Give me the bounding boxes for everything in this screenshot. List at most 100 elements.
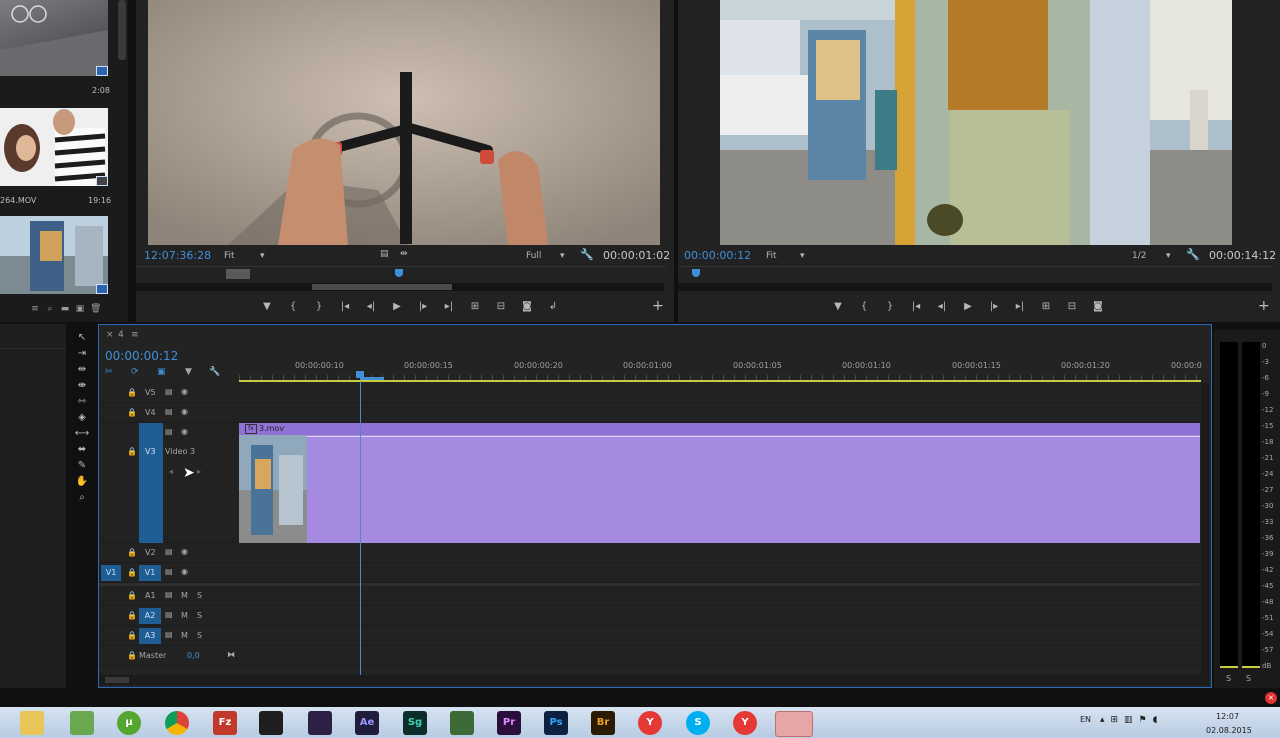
after-effects-icon[interactable]: Ae xyxy=(355,711,379,735)
linked-selection-icon[interactable]: ⟳ xyxy=(131,367,139,377)
target-track-v3[interactable]: V3 xyxy=(139,423,163,543)
playhead-marker[interactable] xyxy=(692,269,700,277)
work-area-bar[interactable] xyxy=(239,380,1201,382)
lock-icon[interactable]: 🔒 xyxy=(127,388,137,397)
add-marker-icon[interactable]: ▼ xyxy=(185,367,192,377)
zoom-tool-icon[interactable]: ⌕ xyxy=(68,490,96,506)
target-track-v1[interactable]: V1 xyxy=(139,565,161,581)
target-track-a3[interactable]: A3 xyxy=(139,628,161,644)
zoom-scrollbar[interactable] xyxy=(136,283,664,291)
next-keyframe-icon[interactable]: ▸ xyxy=(197,467,201,476)
close-tab-icon[interactable]: × xyxy=(106,330,114,340)
clock-time[interactable]: 12:07 xyxy=(1216,712,1239,721)
mark-out-icon[interactable]: } xyxy=(306,298,332,314)
wrench-icon[interactable]: 🔧 xyxy=(580,248,594,261)
vertical-scrollbar[interactable] xyxy=(1201,383,1209,675)
step-forward-icon[interactable]: |▸ xyxy=(981,298,1007,314)
lock-icon[interactable]: 🔒 xyxy=(127,548,137,557)
speedgrade-icon[interactable]: Sg xyxy=(403,711,427,735)
clock-date[interactable]: 02.08.2015 xyxy=(1206,726,1252,735)
go-to-end-icon[interactable]: ⧓ xyxy=(227,650,235,659)
notepad-icon[interactable] xyxy=(70,711,94,735)
razor-tool-icon[interactable]: ◈ xyxy=(68,410,96,426)
sync-lock-icon[interactable]: ▤ xyxy=(165,630,173,639)
ripple-edit-tool-icon[interactable]: ⇹ xyxy=(68,362,96,378)
extract-icon[interactable]: ⊟ xyxy=(1059,298,1085,314)
video-clip[interactable]: fx 3.mov xyxy=(239,423,1200,543)
mute-button[interactable]: M xyxy=(181,591,188,600)
solo-left-button[interactable]: S xyxy=(1226,674,1231,683)
eye-icon[interactable]: ◉ xyxy=(181,427,188,436)
playhead-marker[interactable] xyxy=(395,269,403,277)
safe-margins-icon[interactable]: ▤ xyxy=(380,249,389,259)
nest-icon[interactable]: ▣ xyxy=(157,367,166,377)
step-back-icon[interactable]: ◂| xyxy=(929,298,955,314)
clip-thumbnail-1[interactable] xyxy=(0,0,108,76)
chrome-icon[interactable] xyxy=(165,711,189,735)
master-volume-value[interactable]: 0,0 xyxy=(187,651,200,660)
utorrent-icon[interactable]: µ xyxy=(117,711,141,735)
lock-icon[interactable]: 🔒 xyxy=(127,611,137,620)
solo-button[interactable]: S xyxy=(197,631,202,640)
camtasia-icon[interactable] xyxy=(450,711,474,735)
opacity-line[interactable] xyxy=(239,436,1200,437)
go-to-out-icon[interactable]: ▸| xyxy=(1007,298,1033,314)
add-marker-icon[interactable]: ▼ xyxy=(825,298,851,314)
solo-button[interactable]: S xyxy=(197,611,202,620)
export-frame-icon[interactable]: ◙ xyxy=(514,298,540,314)
clip-thumbnail-2[interactable] xyxy=(0,108,108,186)
new-item-icon[interactable]: ▣ xyxy=(75,304,85,314)
source-time-ruler[interactable] xyxy=(136,266,666,281)
track-name[interactable]: Video 3 xyxy=(165,447,195,456)
wrench-icon[interactable]: 🔧 xyxy=(1186,248,1200,261)
rolling-edit-tool-icon[interactable]: ⇼ xyxy=(68,378,96,394)
eye-icon[interactable]: ◉ xyxy=(181,547,188,556)
eye-icon[interactable]: ◉ xyxy=(181,407,188,416)
lock-icon[interactable]: 🔒 xyxy=(127,568,137,577)
timeline-playhead-line[interactable] xyxy=(360,381,361,675)
program-time-ruler[interactable] xyxy=(678,266,1272,281)
target-track-a2[interactable]: A2 xyxy=(139,608,161,624)
lock-icon[interactable]: 🔒 xyxy=(127,631,137,640)
premiere-pro-icon[interactable]: Pr xyxy=(497,711,521,735)
menu-icon[interactable]: ≡ xyxy=(131,330,139,340)
mute-button[interactable]: M xyxy=(181,631,188,640)
hand-tool-icon[interactable]: ✋ xyxy=(68,474,96,490)
slide-tool-icon[interactable]: ⬌ xyxy=(68,442,96,458)
settings-wrench-icon[interactable]: 🔧 xyxy=(209,367,220,377)
mark-in-icon[interactable]: { xyxy=(851,298,877,314)
go-to-in-icon[interactable]: |◂ xyxy=(903,298,929,314)
source-playhead-timecode[interactable]: 12:07:36:28 xyxy=(144,249,211,262)
sync-lock-icon[interactable]: ▤ xyxy=(165,610,173,619)
program-fit-dropdown[interactable]: Fit ▾ xyxy=(766,251,812,261)
screencast-icon[interactable] xyxy=(259,711,283,735)
filezilla-icon[interactable]: Fz xyxy=(213,711,237,735)
photoshop-icon[interactable]: Ps xyxy=(544,711,568,735)
pen-tool-icon[interactable]: ✎ xyxy=(68,458,96,474)
clip-thumbnail-3[interactable] xyxy=(0,216,108,294)
track-select-tool-icon[interactable]: ⇥ xyxy=(68,346,96,362)
new-bin-icon[interactable]: ▬ xyxy=(60,304,70,314)
file-explorer-icon[interactable] xyxy=(20,711,44,735)
yandex-browser-icon[interactable]: Y xyxy=(638,711,662,735)
sync-lock-icon[interactable]: ▤ xyxy=(165,590,173,599)
lock-icon[interactable]: 🔒 xyxy=(127,651,137,660)
go-to-in-icon[interactable]: |◂ xyxy=(332,298,358,314)
lock-icon[interactable]: 🔒 xyxy=(127,447,137,456)
rate-stretch-tool-icon[interactable]: ⇿ xyxy=(68,394,96,410)
step-forward-icon[interactable]: |▸ xyxy=(410,298,436,314)
yandex-icon[interactable]: Y xyxy=(733,711,757,735)
source-fit-dropdown[interactable]: Fit ▾ xyxy=(224,251,270,261)
export-frame-icon[interactable]: ◙ xyxy=(1085,298,1111,314)
panel-scrollbar[interactable] xyxy=(118,0,126,60)
overwrite-icon[interactable]: ⊟ xyxy=(488,298,514,314)
skype-icon[interactable]: S xyxy=(686,711,710,735)
active-app-icon[interactable] xyxy=(775,711,813,737)
lock-icon[interactable]: 🔒 xyxy=(127,591,137,600)
snap-icon[interactable]: ✂ xyxy=(105,367,113,377)
timeline-current-time[interactable]: 00:00:00:12 xyxy=(105,349,178,363)
go-to-out-icon[interactable]: ▸| xyxy=(436,298,462,314)
sync-lock-icon[interactable]: ▤ xyxy=(165,567,173,576)
zoom-scrollbar[interactable] xyxy=(678,283,1272,291)
language-indicator[interactable]: EN xyxy=(1080,715,1091,724)
